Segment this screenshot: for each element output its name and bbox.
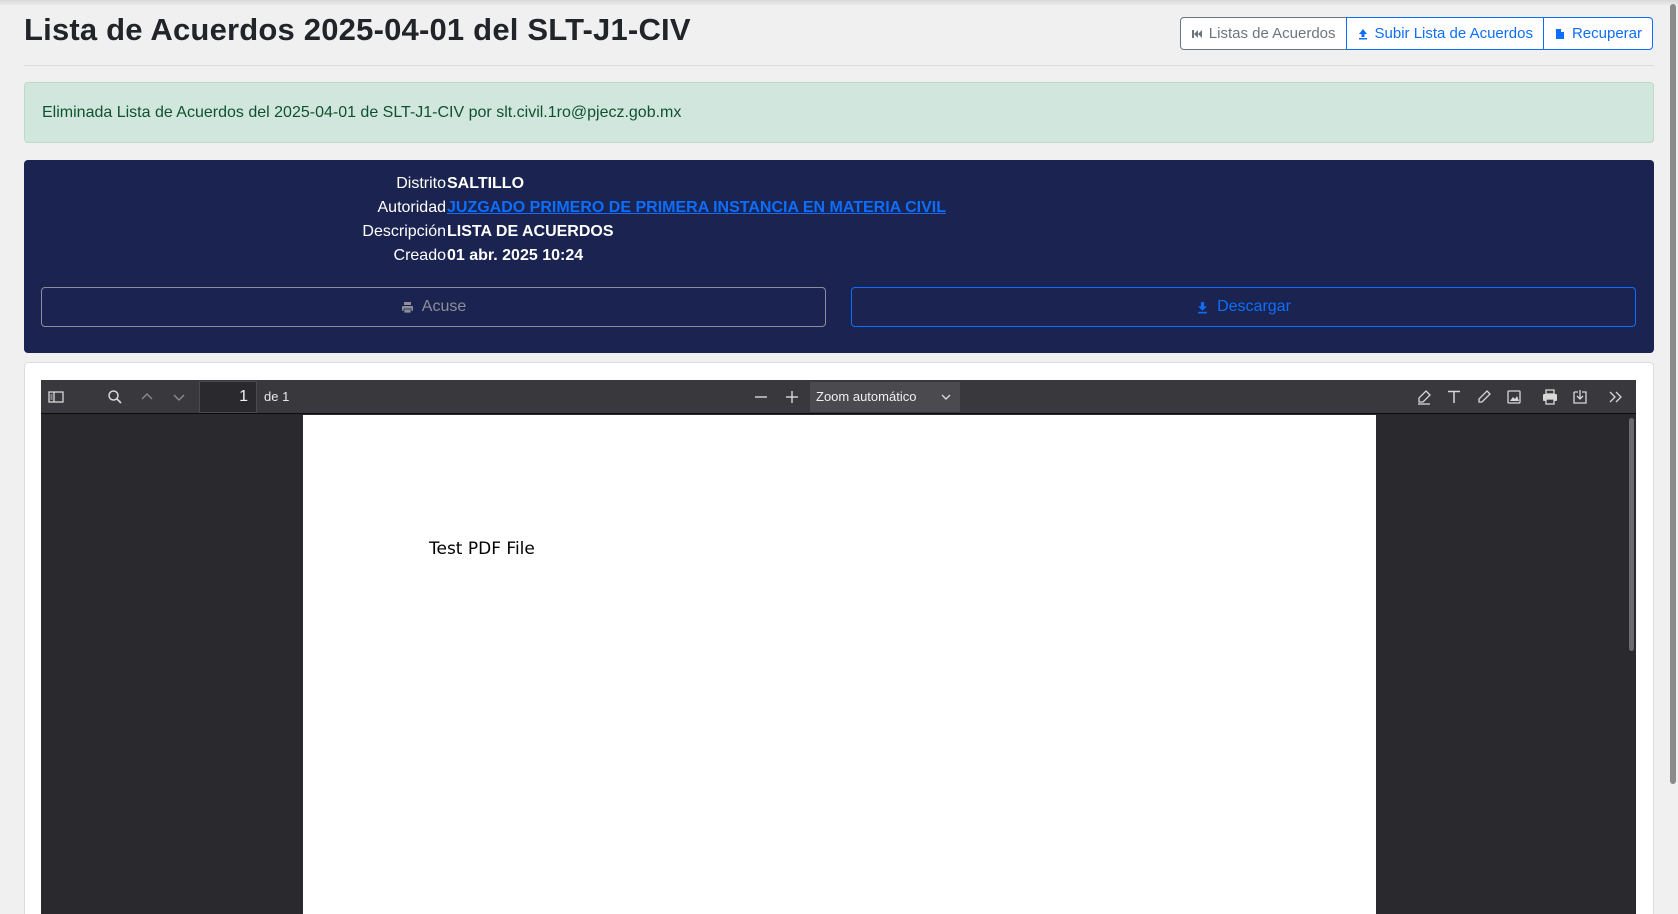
zoom-in-icon[interactable] <box>783 388 801 406</box>
alert-text: Eliminada Lista de Acuerdos del 2025-04-… <box>42 103 682 121</box>
zoom-select[interactable]: Zoom automático <box>810 382 960 412</box>
creado-value: 01 abr. 2025 10:24 <box>447 247 584 264</box>
printer-icon <box>401 301 413 313</box>
top-shadow <box>0 0 1678 6</box>
upload-icon <box>1358 28 1367 39</box>
success-alert: Eliminada Lista de Acuerdos del 2025-04-… <box>24 82 1654 143</box>
pdf-page-text: Test PDF File <box>429 539 535 559</box>
pdf-scrollbar[interactable] <box>1629 418 1634 651</box>
acuse-label: Acuse <box>421 298 467 315</box>
autoridad-label: Autoridad <box>377 199 447 216</box>
distrito-row: Distrito SALTILLO <box>24 175 1654 200</box>
autoridad-row: Autoridad JUZGADO PRIMERO DE PRIMERA INS… <box>24 199 1654 224</box>
page-number-input[interactable]: 1 <box>199 381 257 413</box>
save-icon[interactable] <box>1571 388 1589 406</box>
page-scrollbar[interactable] <box>1670 4 1676 784</box>
descripcion-value: LISTA DE ACUERDOS <box>447 223 614 240</box>
listas-de-acuerdos-label: Listas de Acuerdos <box>1208 25 1336 42</box>
distrito-value: SALTILLO <box>447 175 525 192</box>
page-title: Lista de Acuerdos 2025-04-01 del SLT-J1-… <box>24 12 691 47</box>
pdf-page: Test PDF File <box>303 415 1376 914</box>
creado-label: Creado <box>393 247 446 264</box>
title-divider <box>24 65 1654 66</box>
zoom-out-icon[interactable] <box>752 388 770 406</box>
recuperar-button[interactable]: Recuperar <box>1542 17 1653 50</box>
descargar-button[interactable]: Descargar <box>851 287 1636 327</box>
descargar-label: Descargar <box>1217 298 1291 315</box>
draw-icon[interactable] <box>1475 388 1493 406</box>
skip-back-icon <box>1191 29 1202 38</box>
image-icon[interactable] <box>1505 388 1523 406</box>
download-icon <box>1198 301 1207 313</box>
descripcion-row: Descripción LISTA DE ACUERDOS <box>24 223 1654 248</box>
print-icon[interactable] <box>1541 388 1559 406</box>
autoridad-link[interactable]: JUZGADO PRIMERO DE PRIMERA INSTANCIA EN … <box>447 199 946 217</box>
page-count: de 1 <box>264 389 290 404</box>
subir-lista-label: Subir Lista de Acuerdos <box>1374 25 1533 42</box>
search-icon[interactable] <box>106 388 124 406</box>
distrito-label: Distrito <box>396 175 446 192</box>
sidebar-toggle-icon[interactable] <box>47 388 65 406</box>
pdf-toolbar: 1 de 1 Zoom automático <box>41 380 1636 414</box>
recuperar-label: Recuperar <box>1571 25 1642 42</box>
descripcion-label: Descripción <box>362 223 446 240</box>
file-restore-icon <box>1555 28 1564 39</box>
more-tools-icon[interactable] <box>1607 388 1625 406</box>
zoom-value: Zoom automático <box>816 389 917 404</box>
text-icon[interactable] <box>1445 388 1463 406</box>
acuse-button[interactable]: Acuse <box>41 287 826 327</box>
header-button-group: Listas de Acuerdos Subir Lista de Acuerd… <box>1179 17 1653 50</box>
detail-card: Distrito SALTILLO Autoridad JUZGADO PRIM… <box>24 160 1654 353</box>
listas-de-acuerdos-button[interactable]: Listas de Acuerdos <box>1179 17 1347 50</box>
highlight-icon[interactable] <box>1415 388 1433 406</box>
next-page-icon[interactable] <box>170 388 188 406</box>
creado-row: Creado 01 abr. 2025 10:24 <box>24 247 1654 272</box>
subir-lista-button[interactable]: Subir Lista de Acuerdos <box>1345 17 1544 50</box>
pdf-viewer: 1 de 1 Zoom automático Test PDF File <box>41 380 1636 914</box>
previous-page-icon[interactable] <box>138 388 156 406</box>
